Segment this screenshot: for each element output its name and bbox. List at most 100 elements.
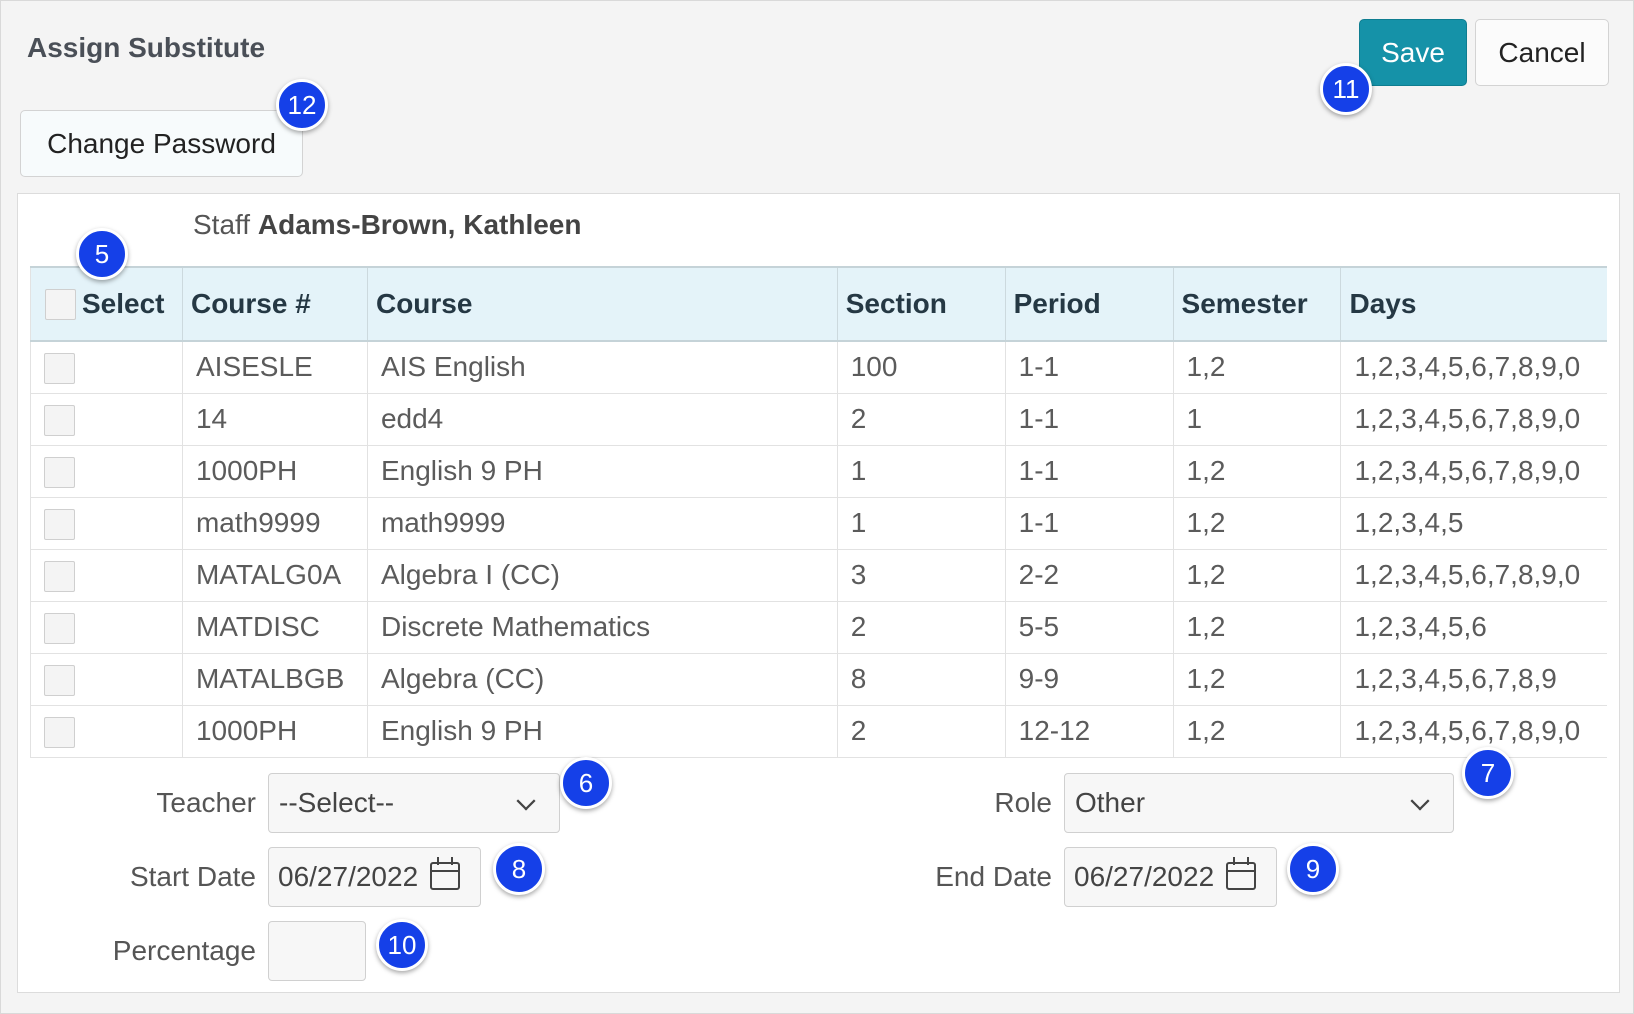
cell-section: 8	[837, 653, 1006, 706]
callout-badge-12: 12	[276, 79, 328, 131]
percentage-input[interactable]	[268, 921, 366, 981]
start-date-input[interactable]: 06/27/2022	[268, 847, 481, 907]
cell-period: 1-1	[1005, 445, 1174, 498]
column-header-select-label: Select	[82, 288, 165, 319]
column-header-section[interactable]: Section	[837, 266, 1006, 342]
cell-period: 1-1	[1005, 497, 1174, 550]
row-checkbox[interactable]	[44, 456, 75, 488]
column-header-course[interactable]: Course	[367, 266, 838, 342]
cell-semester: 1,2	[1173, 497, 1342, 550]
row-checkbox[interactable]	[44, 612, 75, 644]
cell-section: 1	[837, 497, 1006, 550]
course-table: Select Course # Course Section Period Se…	[30, 266, 1607, 758]
callout-badge-10: 10	[376, 919, 428, 971]
cell-course-num: 14	[182, 393, 368, 446]
cell-days: 1,2,3,4,5,6,7,8,9,0	[1340, 705, 1607, 758]
staff-prefix: Staff	[193, 209, 251, 240]
callout-badge-9: 9	[1287, 843, 1339, 895]
cell-semester: 1	[1173, 393, 1342, 446]
staff-name: Adams-Brown, Kathleen	[257, 209, 582, 240]
cell-course: edd4	[367, 393, 838, 446]
cell-period: 2-2	[1005, 549, 1174, 602]
cell-days: 1,2,3,4,5,6,7,8,9,0	[1340, 445, 1607, 498]
end-date-input[interactable]: 06/27/2022	[1064, 847, 1277, 907]
cell-course: Algebra (CC)	[367, 653, 838, 706]
role-select[interactable]: Other	[1064, 773, 1454, 833]
cell-course-num: math9999	[182, 497, 368, 550]
cell-section: 2	[837, 601, 1006, 654]
end-date-value: 06/27/2022	[1074, 861, 1215, 892]
start-date-value: 06/27/2022	[278, 861, 419, 892]
teacher-select-value: --Select--	[279, 787, 395, 818]
table-row: 1000PH English 9 PH 1 1-1 1,2 1,2,3,4,5,…	[30, 445, 1607, 498]
cell-course-num: 1000PH	[182, 445, 368, 498]
teacher-select[interactable]: --Select--	[268, 773, 560, 833]
column-header-semester[interactable]: Semester	[1173, 266, 1342, 342]
percentage-label: Percentage	[112, 935, 256, 966]
table-row: AISESLE AIS English 100 1-1 1,2 1,2,3,4,…	[30, 341, 1607, 394]
column-header-course-num[interactable]: Course #	[182, 266, 368, 342]
cell-days: 1,2,3,4,5,6,7,8,9	[1340, 653, 1607, 706]
cell-course-num: MATALG0A	[182, 549, 368, 602]
cell-days: 1,2,3,4,5,6,7,8,9,0	[1340, 549, 1607, 602]
cell-course: English 9 PH	[367, 705, 838, 758]
cell-course-num: MATDISC	[182, 601, 368, 654]
table-row: 14 edd4 2 1-1 1 1,2,3,4,5,6,7,8,9,0	[30, 393, 1607, 446]
calendar-icon[interactable]	[430, 857, 460, 890]
column-header-period[interactable]: Period	[1005, 266, 1174, 342]
table-header-row: Select Course # Course Section Period Se…	[30, 266, 1607, 342]
cell-days: 1,2,3,4,5,6,7,8,9,0	[1340, 341, 1607, 394]
cell-course: English 9 PH	[367, 445, 838, 498]
cell-section: 3	[837, 549, 1006, 602]
callout-badge-7: 7	[1462, 747, 1514, 799]
cell-semester: 1,2	[1173, 445, 1342, 498]
callout-badge-5: 5	[76, 228, 128, 280]
cell-course: Algebra I (CC)	[367, 549, 838, 602]
chevron-down-icon	[1410, 791, 1430, 811]
cell-period: 12-12	[1005, 705, 1174, 758]
change-password-button[interactable]: Change Password	[20, 110, 303, 177]
cancel-button[interactable]: Cancel	[1475, 19, 1609, 86]
table-row: MATALBGB Algebra (CC) 8 9-9 1,2 1,2,3,4,…	[30, 653, 1607, 706]
cell-course: math9999	[367, 497, 838, 550]
row-checkbox[interactable]	[44, 664, 75, 696]
row-checkbox[interactable]	[44, 352, 75, 384]
callout-badge-6: 6	[560, 757, 612, 809]
cell-semester: 1,2	[1173, 601, 1342, 654]
calendar-icon[interactable]	[1226, 857, 1256, 890]
save-button[interactable]: Save	[1359, 19, 1467, 86]
teacher-label: Teacher	[156, 787, 256, 818]
cell-section: 2	[837, 393, 1006, 446]
row-checkbox[interactable]	[44, 716, 75, 748]
staff-line: Staff Adams-Brown, Kathleen	[193, 209, 581, 241]
role-select-value: Other	[1075, 787, 1146, 818]
callout-badge-11: 11	[1320, 63, 1372, 115]
cell-section: 1	[837, 445, 1006, 498]
cell-days: 1,2,3,4,5,6,7,8,9,0	[1340, 393, 1607, 446]
row-checkbox[interactable]	[44, 560, 75, 592]
cell-course-num: AISESLE	[182, 341, 368, 394]
cell-days: 1,2,3,4,5,6	[1340, 601, 1607, 654]
cell-course-num: MATALBGB	[182, 653, 368, 706]
cell-days: 1,2,3,4,5	[1340, 497, 1607, 550]
select-all-checkbox[interactable]	[45, 288, 76, 320]
cell-period: 9-9	[1005, 653, 1174, 706]
cell-course: AIS English	[367, 341, 838, 394]
row-checkbox[interactable]	[44, 404, 75, 436]
role-label: Role	[994, 787, 1052, 818]
table-row: math9999 math9999 1 1-1 1,2 1,2,3,4,5	[30, 497, 1607, 550]
table-row: MATALG0A Algebra I (CC) 3 2-2 1,2 1,2,3,…	[30, 549, 1607, 602]
row-checkbox[interactable]	[44, 508, 75, 540]
start-date-label: Start Date	[129, 861, 256, 892]
cell-period: 1-1	[1005, 341, 1174, 394]
table-row: 1000PH English 9 PH 2 12-12 1,2 1,2,3,4,…	[30, 705, 1607, 758]
end-date-label: End Date	[935, 861, 1052, 892]
cell-semester: 1,2	[1173, 705, 1342, 758]
table-row: MATDISC Discrete Mathematics 2 5-5 1,2 1…	[30, 601, 1607, 654]
column-header-days[interactable]: Days	[1340, 266, 1607, 342]
cell-section: 100	[837, 341, 1006, 394]
chevron-down-icon	[516, 791, 536, 811]
cell-section: 2	[837, 705, 1006, 758]
cell-course-num: 1000PH	[182, 705, 368, 758]
callout-badge-8: 8	[493, 843, 545, 895]
